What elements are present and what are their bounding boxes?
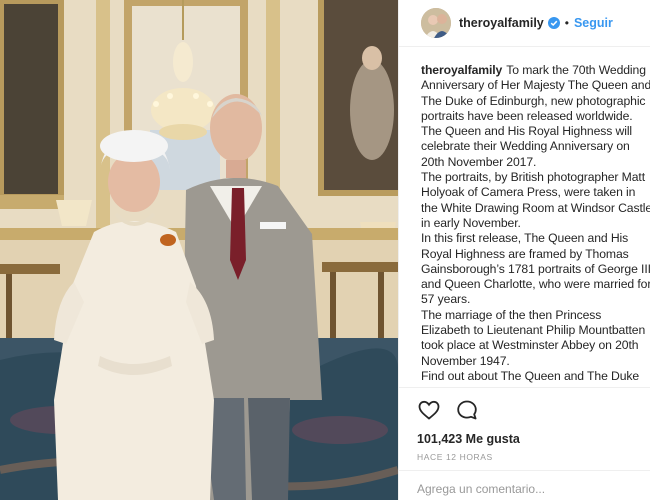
follow-button[interactable]: Seguir	[574, 16, 613, 30]
post-timestamp: HACE 12 HORAS	[417, 452, 493, 462]
comment-input[interactable]: Agrega un comentario...	[399, 470, 650, 500]
avatar-image	[421, 8, 451, 38]
post-username[interactable]: theroyalfamily	[459, 16, 544, 30]
portrait-illustration	[0, 0, 398, 500]
caption-paragraph: theroyalfamily To mark the 70th Wedding A…	[421, 63, 650, 124]
caption-username[interactable]: theroyalfamily	[421, 63, 502, 77]
verified-badge-icon	[547, 17, 560, 29]
caption-paragraph: The portraits, by British photographer M…	[421, 170, 650, 230]
likes-count[interactable]: 101,423 Me gusta	[417, 432, 650, 446]
caption-paragraph: The Queen and His Royal Highness will ce…	[421, 124, 633, 169]
instagram-post: theroyalfamily • Seguir theroyalfamily To…	[0, 0, 650, 500]
post-header: theroyalfamily • Seguir	[399, 0, 650, 47]
caption-paragraph: Find out about The Queen and The Duke	[421, 368, 640, 383]
post-photo[interactable]	[0, 0, 398, 500]
action-icons	[399, 388, 650, 426]
post-actions: 101,423 Me gusta HACE 12 HORAS	[399, 387, 650, 462]
caption-paragraph: The marriage of the then Princess Elizab…	[421, 307, 646, 368]
header-separator: •	[564, 16, 569, 30]
post-caption: theroyalfamily To mark the 70th Wedding A…	[421, 63, 650, 385]
heart-icon[interactable]	[417, 398, 441, 422]
avatar[interactable]	[421, 8, 451, 38]
comment-icon[interactable]	[455, 398, 479, 422]
caption-paragraph: In this first release, The Queen and His…	[421, 231, 650, 307]
post-sidebar: theroyalfamily • Seguir theroyalfamily To…	[398, 0, 650, 500]
